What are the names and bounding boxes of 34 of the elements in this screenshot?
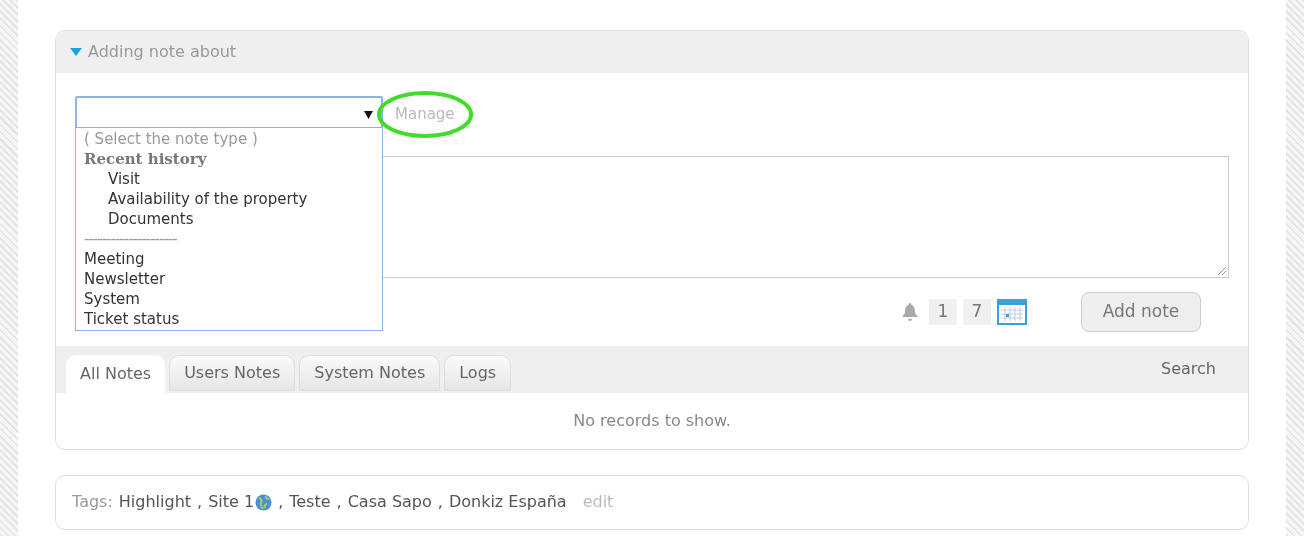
tag-link[interactable]: Casa Sapo	[347, 490, 432, 514]
tag-link[interactable]: Site 1	[208, 490, 273, 514]
select-option[interactable]: Ticket status	[76, 309, 382, 329]
tag-link[interactable]: Teste	[289, 490, 331, 514]
notes-tab[interactable]: Users Notes	[169, 354, 296, 391]
panel-title: Adding note about	[88, 41, 237, 63]
reminder-day[interactable]: 1	[929, 298, 957, 325]
select-option[interactable]: Visit	[76, 169, 382, 189]
notes-tab[interactable]: Logs	[444, 354, 512, 391]
bell-icon[interactable]	[901, 301, 919, 322]
select-option[interactable]: Documents	[76, 209, 382, 229]
select-option[interactable]: Availability of the property	[76, 189, 382, 209]
select-option[interactable]: Meeting	[76, 249, 382, 269]
tag-link[interactable]: Donkiz España	[448, 490, 567, 514]
tag-separator: ,	[336, 491, 342, 513]
select-option[interactable]: Newsletter	[76, 269, 382, 289]
tag-separator: ,	[437, 491, 443, 513]
search-link[interactable]: Search	[1161, 357, 1216, 381]
option-group-label: Recent history	[83, 149, 208, 169]
dropdown-arrow-icon	[364, 109, 373, 119]
select-option[interactable]: System	[76, 289, 382, 309]
tags-label: Tags:	[72, 491, 113, 513]
resize-grip-icon	[1217, 265, 1226, 275]
notes-tab[interactable]: All Notes	[66, 354, 166, 393]
empty-message: No records to show.	[573, 409, 731, 432]
calendar-icon[interactable]	[997, 298, 1027, 325]
tag-link[interactable]: Highlight	[118, 490, 192, 514]
tag-separator: ,	[197, 491, 203, 513]
notes-tab[interactable]: System Notes	[299, 354, 441, 391]
add-note-button[interactable]: Add note	[1081, 291, 1201, 332]
option-separator: ---------------------	[83, 229, 178, 249]
globe-icon	[255, 493, 273, 511]
reminder-count[interactable]: 7	[963, 298, 991, 325]
tag-separator: ,	[278, 491, 284, 513]
